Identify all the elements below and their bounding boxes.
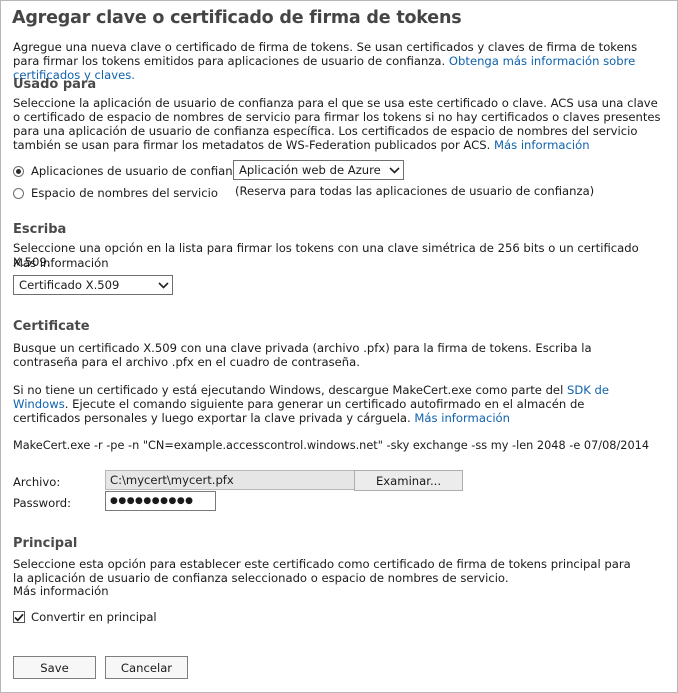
relying-party-select-value: Aplicación web de Azure	[239, 163, 381, 177]
radio-selected-icon[interactable]	[13, 165, 24, 177]
radio-unselected-icon[interactable]	[13, 187, 24, 199]
makecert-command: MakeCert.exe -r -pe -n "CN=example.acces…	[13, 439, 650, 452]
certificate-heading: Certificate	[13, 319, 90, 334]
password-label: Password:	[13, 496, 72, 510]
used-for-heading: Usado para	[13, 77, 97, 92]
radio-service-namespace-label: Espacio de nombres del servicio	[31, 186, 218, 200]
type-select[interactable]: Certificado X.509	[13, 275, 173, 295]
service-namespace-note: (Reserva para todas las aplicaciones de …	[235, 184, 595, 198]
makecert-text-a: Si no tiene un certificado y está ejecut…	[13, 383, 567, 397]
relying-party-select[interactable]: Aplicación web de Azure	[233, 160, 404, 180]
browse-button[interactable]: Examinar...	[354, 470, 463, 491]
page-title: Agregar clave o certificado de firma de …	[12, 8, 462, 28]
chevron-down-icon	[154, 281, 172, 289]
type-learn-more-link[interactable]: Más información	[13, 256, 109, 270]
certificate-description: Busque un certificado X.509 con una clav…	[13, 341, 592, 369]
makecert-instructions: Si no tiene un certificado y está ejecut…	[13, 383, 625, 425]
file-label: Archivo:	[13, 475, 61, 489]
chevron-down-icon	[385, 166, 403, 174]
radio-service-namespace[interactable]: Espacio de nombres del servicio	[13, 186, 218, 200]
file-path-input[interactable]: C:\mycert\mycert.pfx	[105, 470, 355, 490]
make-principal-checkbox[interactable]	[13, 611, 25, 623]
make-principal-checkbox-row[interactable]: Convertir en principal	[13, 610, 157, 624]
radio-relying-party[interactable]: Aplicaciones de usuario de confianza	[13, 164, 246, 178]
used-for-learn-more-link[interactable]: Más información	[494, 138, 590, 152]
type-heading: Escriba	[13, 222, 67, 237]
type-description: Seleccione una opción en la lista para f…	[13, 241, 639, 269]
principal-heading: Principal	[13, 536, 78, 551]
type-select-value: Certificado X.509	[19, 278, 120, 292]
used-for-description: Seleccione la aplicación de usuario de c…	[13, 96, 663, 152]
makecert-learn-more-link[interactable]: Más información	[414, 411, 510, 425]
radio-relying-party-label: Aplicaciones de usuario de confianza	[31, 164, 246, 178]
cancel-button[interactable]: Cancelar	[105, 656, 188, 679]
password-input[interactable]: ●●●●●●●●●●	[105, 491, 216, 511]
intro-text: Agregue una nueva clave o certificado de…	[13, 40, 663, 82]
save-button[interactable]: Save	[13, 656, 96, 679]
make-principal-label: Convertir en principal	[31, 610, 157, 624]
principal-description: Seleccione esta opción para establecer e…	[13, 557, 631, 585]
principal-learn-more-link[interactable]: Más información	[13, 584, 109, 598]
checkmark-icon	[14, 613, 24, 622]
